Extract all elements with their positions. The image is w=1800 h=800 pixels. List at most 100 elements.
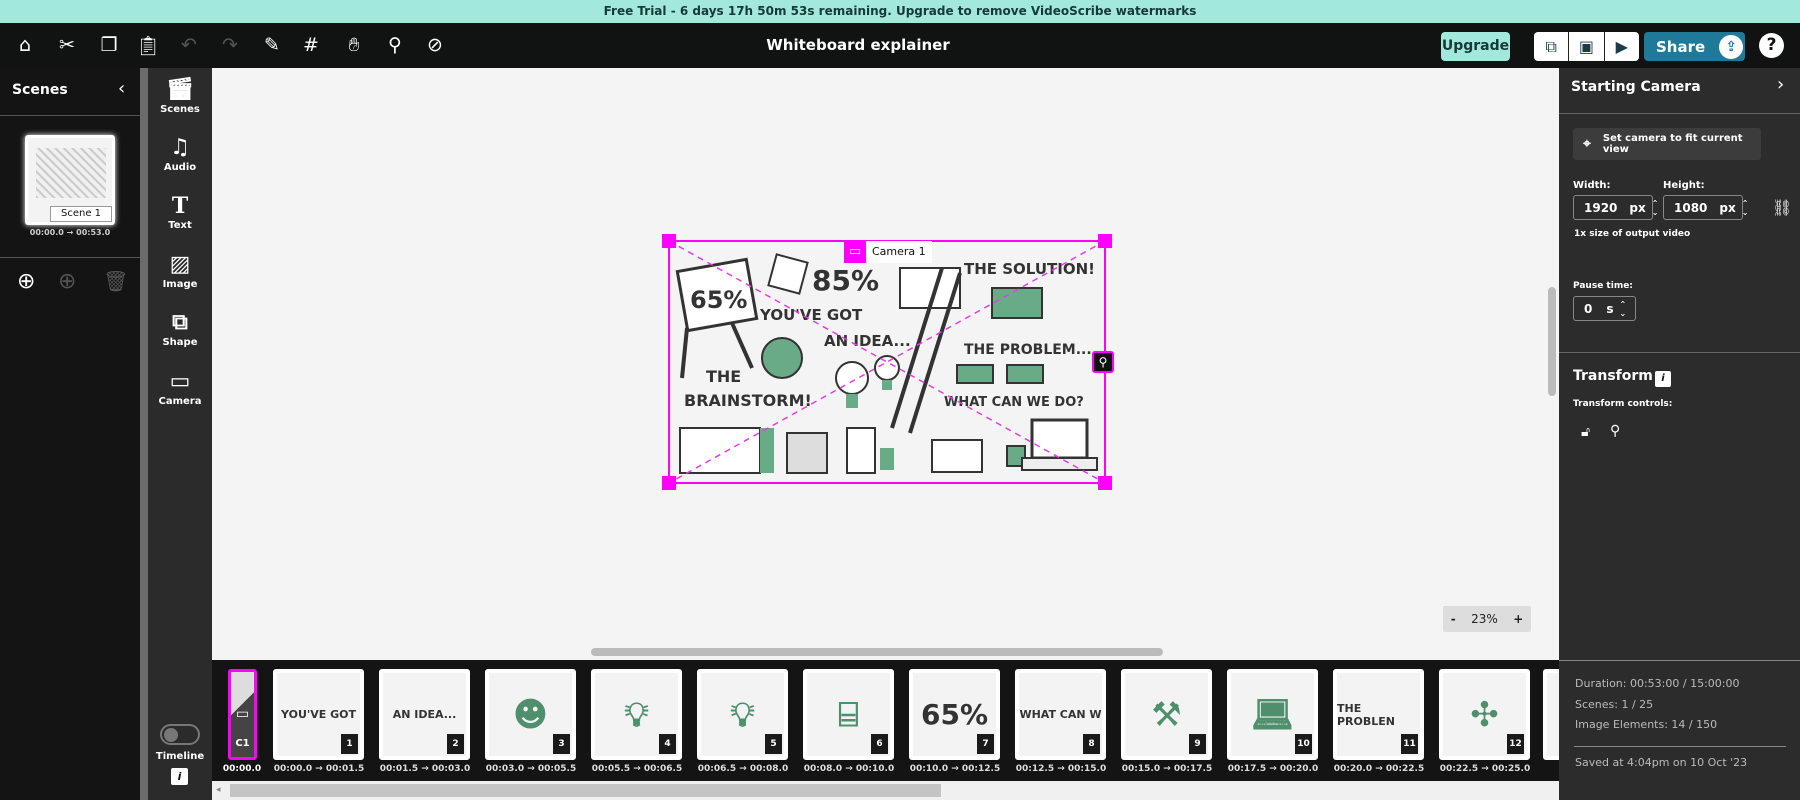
thumb-number: 6	[871, 734, 888, 754]
timeline-item[interactable]: 💡︎ 5	[697, 669, 788, 760]
timeline-item[interactable]: ✣ 12	[1439, 669, 1530, 760]
scrollbar-thumb[interactable]	[230, 784, 941, 797]
copy-icon[interactable]: ❐	[95, 31, 123, 59]
lock-icon[interactable]: 🔓︎	[1581, 424, 1590, 440]
puzzle-piece	[956, 364, 994, 384]
zoom-in-button[interactable]: +	[1513, 612, 1523, 626]
pause-value: 0	[1584, 301, 1593, 316]
pin-icon[interactable]: ⚲	[1610, 423, 1620, 439]
height-label: Height:	[1663, 180, 1705, 191]
illus-text: THE PROBLEM...	[964, 342, 1092, 358]
link-aspect-icon[interactable]: ⛓	[1772, 198, 1792, 217]
timeline-item[interactable]: ☻ 3	[485, 669, 576, 760]
timeline-item[interactable]: 💻︎ 10	[1227, 669, 1318, 760]
start-time: 00:00.0	[273, 764, 313, 774]
info-icon[interactable]: i	[171, 768, 188, 785]
tool-shape[interactable]: ⧉ Shape	[148, 309, 212, 348]
puzzle-icon: ✣	[1470, 694, 1499, 735]
play-scene-button[interactable]: ▣	[1569, 32, 1605, 61]
play-from-scene-button[interactable]: ⧉	[1534, 32, 1570, 61]
delete-scene-icon[interactable]: 🗑︎	[103, 269, 128, 293]
image-elements-stat: Image Elements: 14 / 150	[1575, 718, 1718, 731]
start-time: 00:20.0	[1333, 764, 1373, 774]
timeline-toggle[interactable]	[160, 724, 200, 745]
camera-time: 00:00.0	[222, 764, 262, 774]
height-input[interactable]: 1080 px ⌃ ⌄	[1663, 195, 1748, 220]
collapse-chevron-icon[interactable]: ‹	[118, 78, 125, 99]
canvas-vertical-scrollbar[interactable]	[1548, 287, 1556, 396]
size-note: 1x size of output video	[1574, 229, 1691, 239]
width-input[interactable]: 1920 px ⌃ ⌄	[1573, 195, 1658, 220]
add-scene-icon[interactable]: ⊕	[17, 269, 35, 294]
timeline-item[interactable]: 65% 7	[909, 669, 1000, 760]
grid-icon[interactable]: #	[297, 31, 325, 59]
lock-key	[846, 427, 876, 474]
width-label: Width:	[1573, 180, 1611, 191]
add-scene-after-icon[interactable]: ⊕	[58, 269, 76, 294]
undo-icon[interactable]: ↶	[175, 31, 203, 59]
tool-label: Audio	[163, 162, 197, 173]
help-button[interactable]: ?	[1759, 33, 1784, 58]
saved-status: Saved at 4:04pm on 10 Oct '23	[1575, 756, 1748, 769]
canvas-horizontal-scrollbar[interactable]	[591, 648, 1163, 656]
pin-icon[interactable]: ⚲	[381, 31, 409, 59]
lightbulb	[874, 355, 900, 381]
pin-icon[interactable]: ⚲	[1092, 351, 1114, 373]
share-button[interactable]: Share ⇪	[1644, 32, 1745, 61]
draw-icon[interactable]: ✎	[258, 31, 286, 59]
timeline-item[interactable]: 💡︎ 4	[591, 669, 682, 760]
thumb-time-range: 00:17.5 → 00:20.0	[1227, 764, 1319, 774]
scroll-left-icon[interactable]: ◂	[216, 785, 221, 795]
properties-panel: Starting Camera › ⌖ Set camera to fit cur…	[1559, 68, 1800, 800]
thumb-time-range: 00:06.5 → 00:08.0	[697, 764, 789, 774]
redo-icon[interactable]: ↷	[216, 31, 244, 59]
fit-camera-button[interactable]: ⌖ Set camera to fit current view	[1573, 128, 1761, 160]
pause-input[interactable]: 0 s ⌃ ⌄	[1573, 296, 1636, 321]
illus-text: THE SOLUTION!	[964, 260, 1095, 278]
scene-thumbnail[interactable]: Scene 1	[25, 135, 115, 225]
height-value: 1080	[1674, 200, 1708, 215]
timeline-item[interactable]: THE PROBLEN 11	[1333, 669, 1424, 760]
end-time: 00:15.0	[1067, 764, 1107, 774]
camera-thumbnail[interactable]: ▭ C1	[228, 669, 257, 760]
project-title[interactable]: Whiteboard explainer	[700, 23, 1016, 68]
thumb-text: 65%	[920, 698, 989, 731]
stepper-icon[interactable]: ⌃ ⌄	[1620, 300, 1627, 318]
stepper-icon[interactable]: ⌃ ⌄	[1742, 199, 1749, 217]
trial-banner[interactable]: Free Trial - 6 days 17h 50m 53s remainin…	[0, 0, 1800, 23]
home-icon[interactable]: ⌂	[11, 31, 39, 59]
tool-audio[interactable]: ♫ Audio	[148, 134, 212, 173]
head-brain-icon: ☻	[512, 694, 549, 735]
panel-resize-handle[interactable]	[140, 68, 148, 800]
duration-stat: Duration: 00:53:00 / 15:00:00	[1575, 677, 1740, 690]
camera-icon[interactable]: ▭	[844, 241, 866, 263]
info-icon[interactable]: i	[1655, 371, 1671, 387]
tool-scenes[interactable]: 🎬︎ Scenes	[148, 76, 212, 115]
tool-text[interactable]: T Text	[148, 192, 212, 231]
timeline-item[interactable]: AN IDEA... 2	[379, 669, 470, 760]
zoom-out-button[interactable]: -	[1451, 612, 1456, 626]
timeline-scrollbar[interactable]: ◂	[212, 781, 1559, 800]
tool-camera[interactable]: ▭ Camera	[148, 368, 212, 407]
preview-group: ⧉ ▣ ▶	[1534, 32, 1639, 61]
paste-icon[interactable]: 📋︎	[134, 31, 162, 59]
end-time: 00:01.5	[325, 764, 365, 774]
thumb-text: THE PROBLEN	[1337, 701, 1395, 728]
timeline-item-partial[interactable]	[1543, 669, 1559, 760]
resize-handle	[1098, 476, 1112, 490]
timeline-item[interactable]: ⌸ 6	[803, 669, 894, 760]
canvas-stage[interactable]: 65% 85% YOU'VE GOT AN IDEA... THE BRAINS…	[212, 68, 1559, 660]
timeline-item[interactable]: WHAT CAN W 8	[1015, 669, 1106, 760]
tool-image[interactable]: ▨ Image	[148, 251, 212, 290]
hand-icon[interactable]: ✋︎	[340, 31, 368, 59]
stepper-icon[interactable]: ⌃ ⌄	[1652, 199, 1659, 217]
timeline-item[interactable]: ⚒ 9	[1121, 669, 1212, 760]
upgrade-button[interactable]: Upgrade	[1441, 32, 1510, 61]
play-button[interactable]: ▶	[1605, 32, 1639, 61]
hide-icon[interactable]: ⊘	[421, 31, 449, 59]
scissors-icon[interactable]: ✂	[53, 31, 81, 59]
end-time: 00:20.0	[1279, 764, 1319, 774]
top-toolbar: ⌂ ✂ ❐ 📋︎ ↶ ↷ ✎ # ✋︎ ⚲ ⊘ Whiteboard expla…	[0, 23, 1800, 68]
chevron-right-icon[interactable]: ›	[1777, 74, 1784, 95]
timeline-item[interactable]: YOU'VE GOT 1	[273, 669, 364, 760]
